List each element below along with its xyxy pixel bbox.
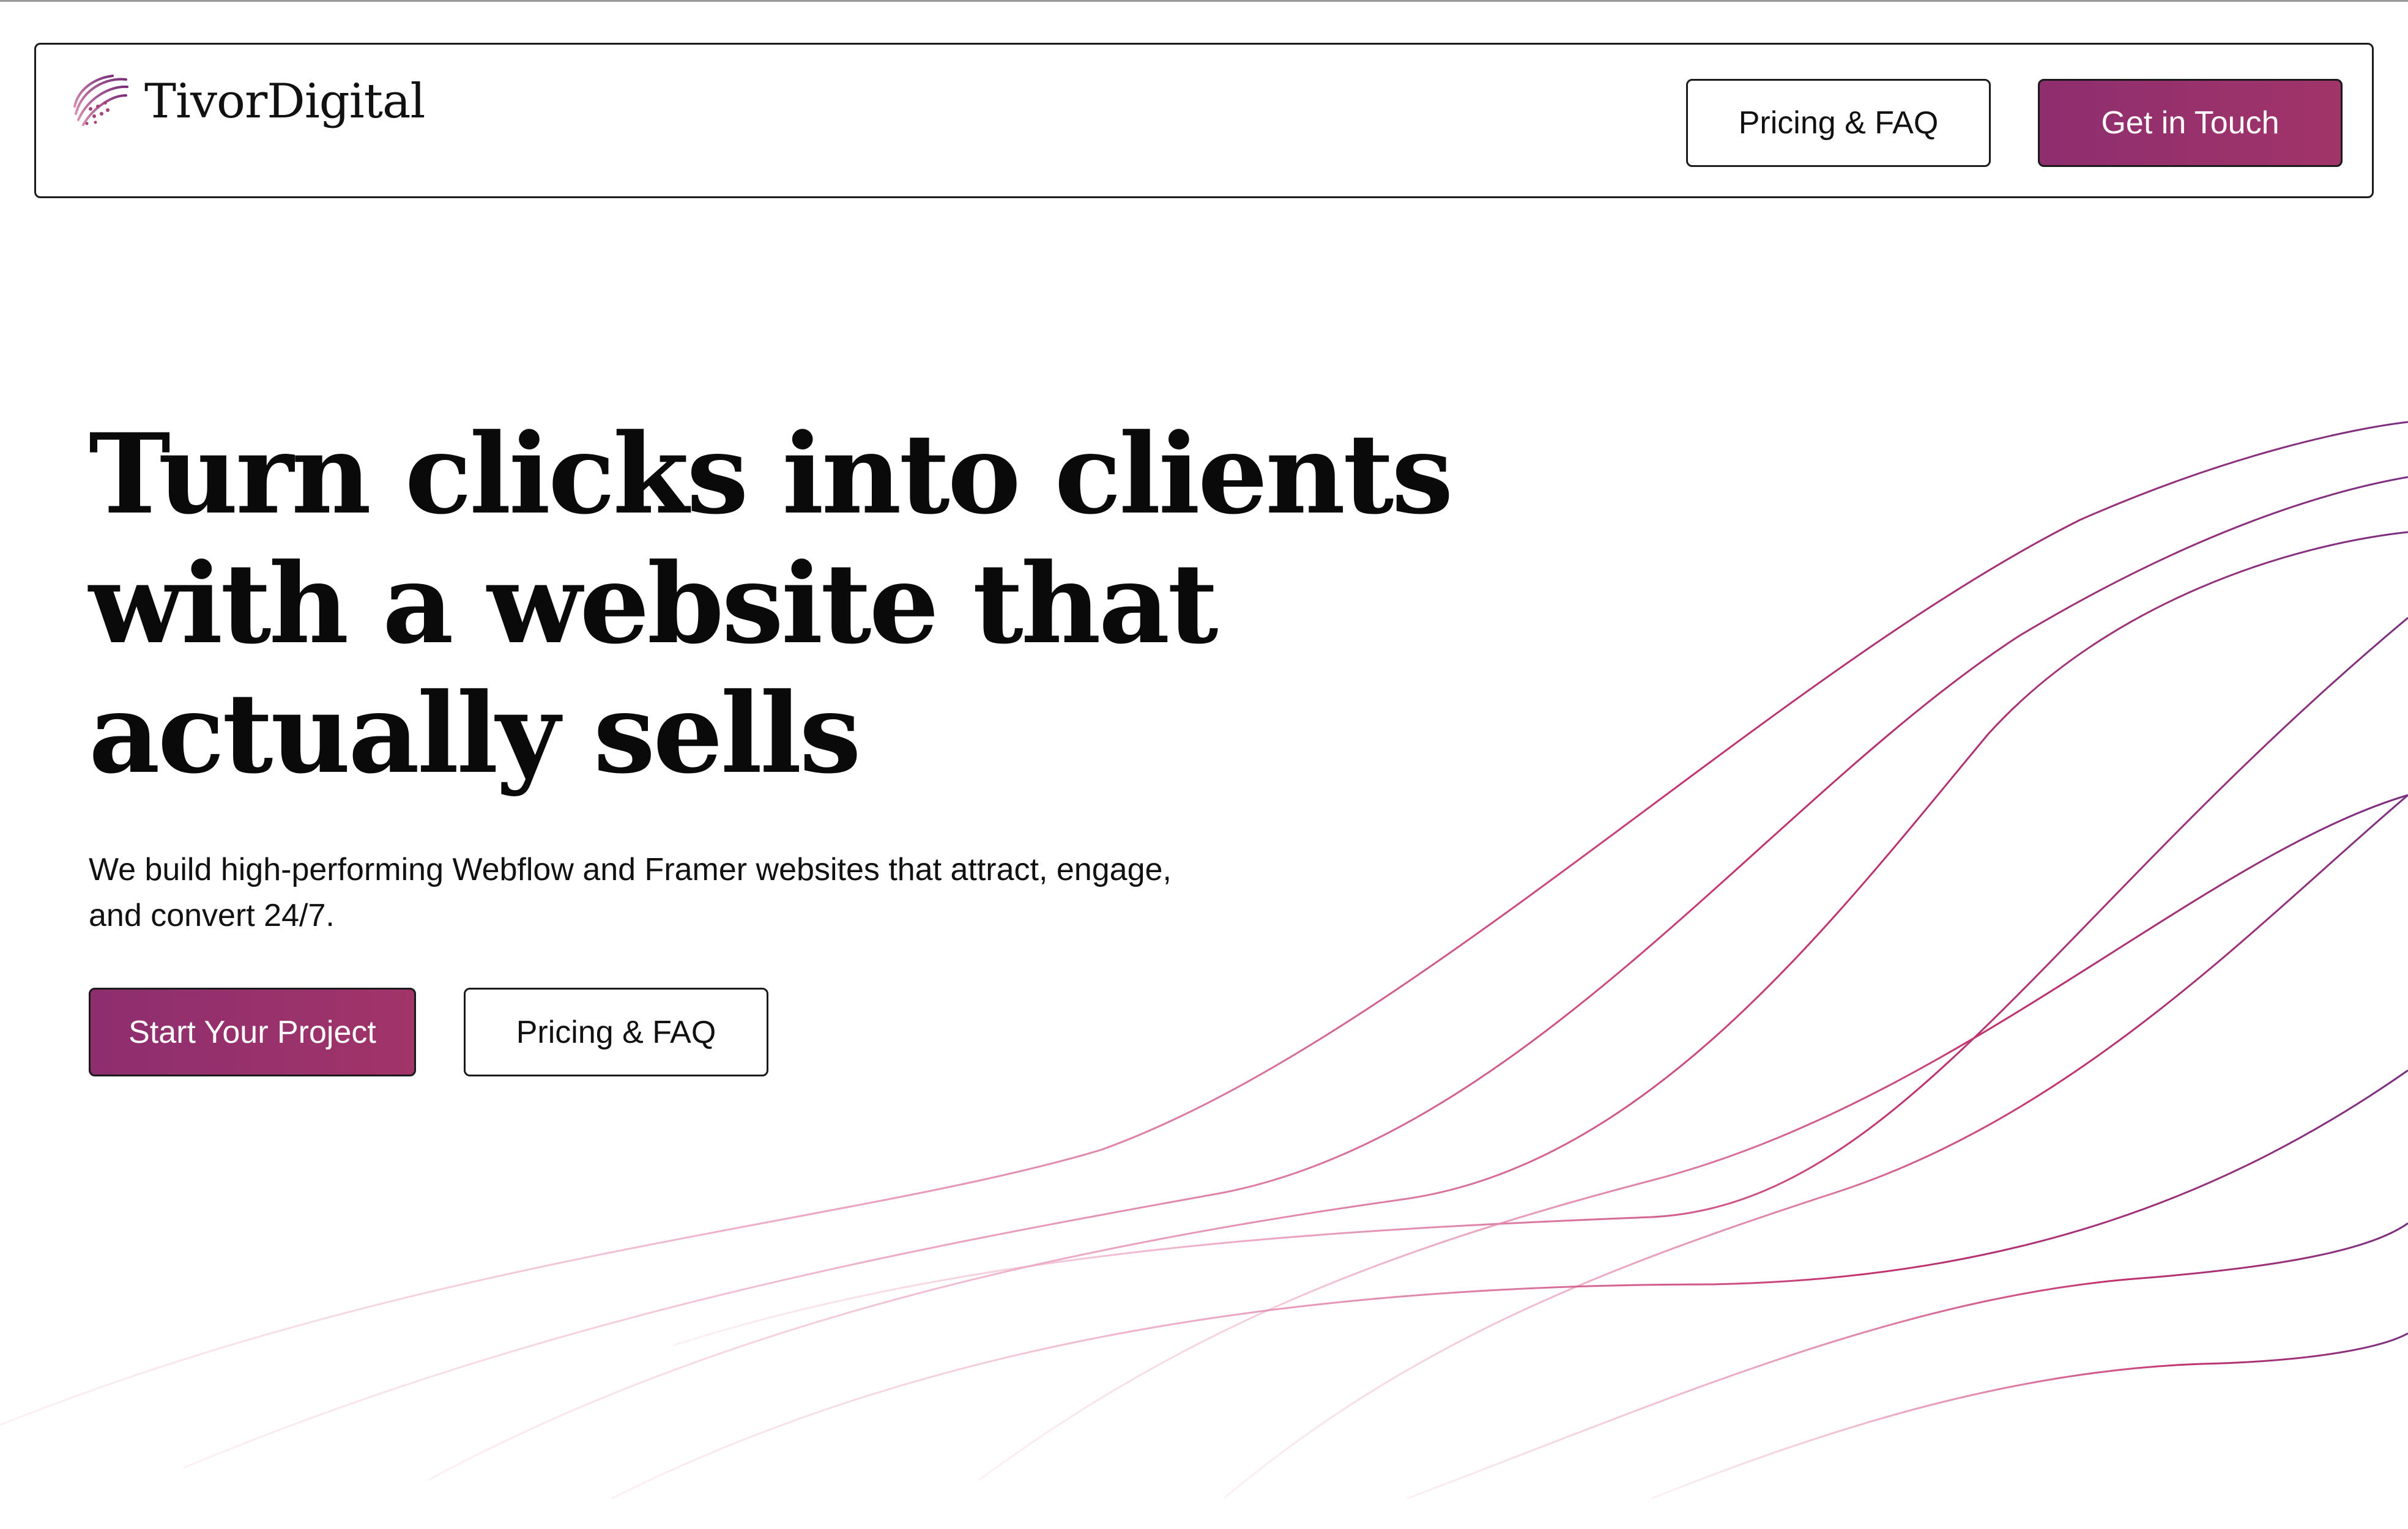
hero-headline-line: with a website that	[89, 539, 1218, 668]
hero-subtitle-line: We build high-performing Webflow and Fra…	[89, 852, 1172, 887]
hero-subtitle: We build high-performing Webflow and Fra…	[89, 847, 1239, 939]
hero-section: Turn clicks into clients with a website …	[89, 410, 1557, 1076]
hero-subtitle-line: and convert 24/7.	[89, 898, 335, 933]
nav-get-in-touch-button[interactable]: Get in Touch	[2038, 79, 2343, 167]
brand-name: TivorDigital	[144, 74, 425, 129]
start-your-project-button[interactable]: Start Your Project	[89, 988, 416, 1076]
swirl-sphere-logo-icon	[73, 75, 128, 126]
hero-pricing-faq-button[interactable]: Pricing & FAQ	[464, 988, 768, 1076]
nav-pricing-faq-button[interactable]: Pricing & FAQ	[1686, 79, 1991, 167]
brand-logo-link[interactable]: TivorDigital	[70, 68, 425, 135]
top-navigation-bar: TivorDigital Pricing & FAQ Get in Touch	[34, 43, 2374, 198]
hero-headline: Turn clicks into clients with a website …	[89, 410, 1496, 799]
hero-headline-line: Turn clicks into clients	[89, 410, 1454, 539]
hero-headline-line: actually sells	[89, 669, 861, 798]
